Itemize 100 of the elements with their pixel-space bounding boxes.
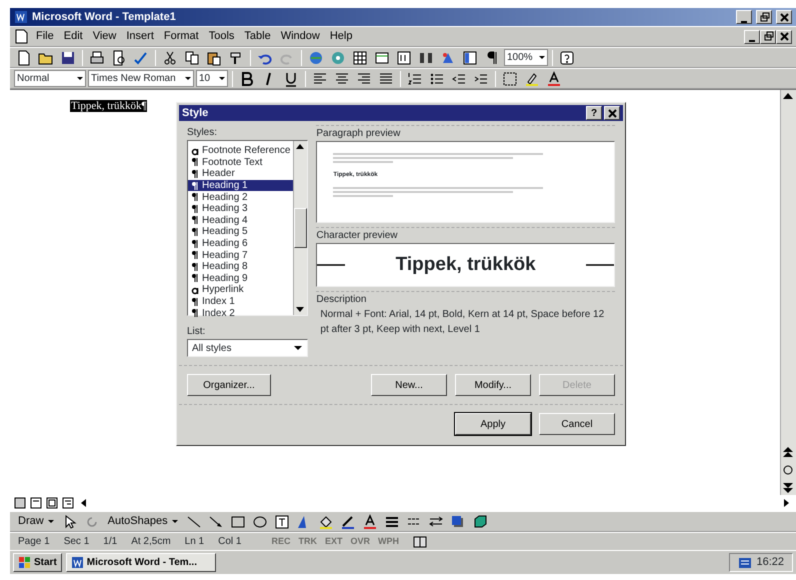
style-list-item[interactable]: Heading 1 xyxy=(188,180,294,192)
font-color-icon[interactable] xyxy=(362,514,378,530)
close-icon[interactable] xyxy=(778,31,790,42)
zoom-dropdown[interactable]: 100% xyxy=(504,49,548,66)
font-dropdown[interactable]: Times New Roman xyxy=(88,70,194,87)
copy-icon[interactable] xyxy=(184,50,200,66)
save-icon[interactable] xyxy=(60,50,76,66)
highlight-icon[interactable] xyxy=(524,70,540,86)
baseline-rule-icon xyxy=(317,264,346,266)
style-list-item[interactable]: Hyperlink xyxy=(188,284,294,296)
document-icon xyxy=(14,28,30,44)
line-icon[interactable] xyxy=(186,514,202,530)
style-dropdown[interactable]: Normal xyxy=(14,70,86,87)
font-color-icon[interactable] xyxy=(546,70,562,86)
oval-icon[interactable] xyxy=(252,514,268,530)
paste-icon[interactable] xyxy=(206,50,222,66)
align-right-icon[interactable] xyxy=(356,70,372,86)
dialog-title: Style xyxy=(182,106,210,121)
style-list-dropdown[interactable]: All styles xyxy=(187,339,308,357)
help-button[interactable]: ? xyxy=(586,106,602,120)
status-field: Ln 1 xyxy=(184,534,204,549)
table-icon[interactable] xyxy=(352,50,368,66)
help-icon[interactable] xyxy=(559,50,575,66)
border-icon[interactable] xyxy=(502,70,518,86)
web-layout-view-icon[interactable] xyxy=(30,497,42,509)
restore-icon[interactable] xyxy=(762,31,774,42)
menu-item[interactable]: Window xyxy=(276,28,324,45)
menu-item[interactable]: Edit xyxy=(60,28,87,45)
font-size-dropdown[interactable]: 10 xyxy=(196,70,228,87)
line-color-icon[interactable] xyxy=(340,514,356,530)
close-icon[interactable] xyxy=(778,12,790,22)
text-box-icon[interactable] xyxy=(274,514,290,530)
dialog-button[interactable]: New... xyxy=(371,374,447,396)
dialog-button[interactable]: Modify... xyxy=(455,374,531,396)
font-size-value: 10 xyxy=(199,72,210,86)
justify-icon[interactable] xyxy=(378,70,394,86)
style-list-item[interactable]: Heading 9 xyxy=(188,272,294,284)
style-list-item[interactable]: Heading 7 xyxy=(188,249,294,261)
draw-menu-button[interactable]: Draw xyxy=(14,513,58,530)
taskbar-window-button[interactable]: Microsoft Word - Tem... xyxy=(66,553,216,572)
web-toolbar-icon[interactable] xyxy=(330,50,346,66)
align-center-icon[interactable] xyxy=(334,70,350,86)
hyperlink-icon[interactable] xyxy=(308,50,324,66)
menu-item[interactable]: Tools xyxy=(204,28,238,45)
status-indicator: WPH xyxy=(378,534,400,548)
print-icon[interactable] xyxy=(89,50,105,66)
outline-view-icon[interactable] xyxy=(62,497,74,509)
style-list-item[interactable]: Heading 8 xyxy=(188,260,294,273)
rectangle-icon[interactable] xyxy=(230,514,246,530)
shadow-icon[interactable] xyxy=(450,514,466,530)
status-indicator: REC xyxy=(271,534,290,548)
status-field: 1/1 xyxy=(103,534,118,549)
document-map-icon[interactable] xyxy=(462,50,478,66)
close-icon[interactable] xyxy=(606,108,618,118)
style-list-item[interactable]: Index 1 xyxy=(188,296,294,308)
menu-item[interactable]: Help xyxy=(326,28,356,45)
print-layout-view-icon[interactable] xyxy=(46,497,58,509)
previous-page-icon[interactable] xyxy=(781,445,795,459)
align-left-icon[interactable] xyxy=(312,70,328,86)
list-label: List: xyxy=(187,325,206,339)
new-document-icon[interactable] xyxy=(16,50,32,66)
style-list-item[interactable]: Index 2 xyxy=(188,307,294,319)
style-list-item[interactable]: Header xyxy=(188,168,294,180)
underline-icon[interactable] xyxy=(283,70,299,86)
style-list-item[interactable]: Heading 2 xyxy=(188,191,294,203)
fill-color-icon[interactable] xyxy=(318,514,334,530)
style-list-item[interactable]: Heading 4 xyxy=(188,214,294,226)
menu-item[interactable]: File xyxy=(32,28,58,45)
menu-item[interactable]: Table xyxy=(240,28,275,45)
scroll-thumb[interactable] xyxy=(294,208,308,248)
style-list-item[interactable]: Footnote Reference xyxy=(188,145,294,157)
select-browse-object-icon[interactable] xyxy=(781,463,795,477)
print-preview-icon[interactable] xyxy=(111,50,127,66)
3d-cube-icon[interactable] xyxy=(472,514,488,530)
style-list-item[interactable]: Heading 6 xyxy=(188,238,294,250)
normal-view-icon[interactable] xyxy=(14,497,26,509)
autoshapes-menu-button[interactable]: AutoShapes xyxy=(104,513,182,530)
bold-icon[interactable] xyxy=(239,70,255,86)
start-button[interactable]: Start xyxy=(13,553,62,572)
spreadsheet-icon[interactable] xyxy=(374,50,390,66)
dialog-button[interactable]: Cancel xyxy=(539,413,615,435)
style-list-item[interactable]: Heading 5 xyxy=(188,226,294,238)
menu-item[interactable]: Format xyxy=(160,28,203,45)
columns-icon[interactable] xyxy=(396,50,412,66)
arrow-style-icon[interactable] xyxy=(428,514,444,530)
arrow-icon[interactable] xyxy=(208,514,224,530)
style-list-item[interactable]: Heading 3 xyxy=(188,202,294,215)
dialog-button[interactable]: Apply xyxy=(455,413,531,435)
dropdown-arrow-icon xyxy=(48,520,54,523)
restore-icon[interactable] xyxy=(758,12,770,22)
cut-icon[interactable] xyxy=(162,50,178,66)
spelling-icon[interactable] xyxy=(133,50,149,66)
menu-item[interactable]: View xyxy=(88,28,120,45)
menu-item[interactable]: Insert xyxy=(122,28,158,45)
numbered-list-icon[interactable] xyxy=(407,70,423,86)
style-list-item[interactable]: Footnote Text xyxy=(188,156,294,168)
dropdown-arrow-icon xyxy=(77,77,83,80)
word-app-icon xyxy=(70,556,84,569)
window-title: Microsoft Word - Template1 xyxy=(32,10,177,25)
dialog-button[interactable]: Organizer... xyxy=(187,374,271,396)
